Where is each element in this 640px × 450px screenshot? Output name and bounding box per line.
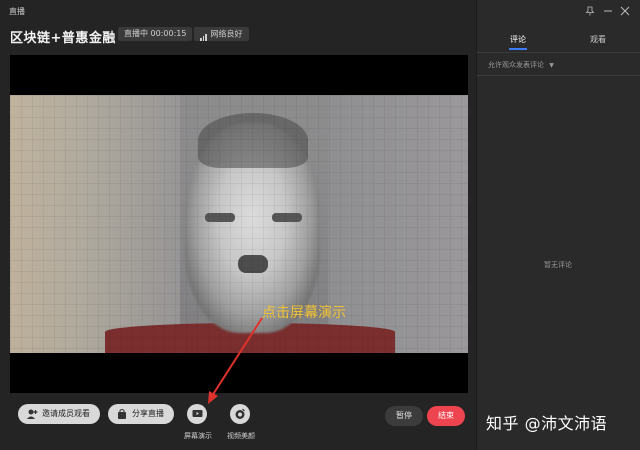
empty-comments-text: 暂无评论 bbox=[544, 261, 572, 269]
annotation-text: 点击屏幕演示 bbox=[262, 305, 346, 321]
pause-button[interactable]: 暂停 bbox=[385, 406, 423, 426]
live-status-badge: 直播中 00:00:15 bbox=[118, 27, 193, 41]
close-icon[interactable] bbox=[620, 6, 630, 16]
screen-play-icon bbox=[192, 410, 202, 417]
end-button[interactable]: 结束 bbox=[427, 406, 465, 426]
live-status-text: 直播中 00:00:15 bbox=[124, 29, 187, 38]
share-live-button[interactable]: 分享直播 bbox=[108, 404, 174, 424]
share-label: 分享直播 bbox=[132, 409, 164, 418]
active-tab-indicator bbox=[509, 48, 527, 50]
setting-divider bbox=[476, 75, 640, 76]
session-title: 区块链+普惠金融 bbox=[10, 31, 116, 46]
network-status-text: 网络良好 bbox=[210, 29, 243, 39]
app-title: 直播 bbox=[9, 7, 25, 16]
invite-members-button[interactable]: 邀请成员观看 bbox=[18, 404, 100, 424]
add-person-icon bbox=[26, 408, 38, 420]
screen-share-label: 屏幕演示 bbox=[184, 432, 212, 440]
watermark: 知乎 @沛文沛语 bbox=[486, 414, 608, 433]
comment-permission-label: 允许观众发表评论 bbox=[488, 61, 544, 69]
camera-face-icon bbox=[235, 408, 245, 419]
network-status-badge: 网络良好 bbox=[194, 27, 249, 41]
share-bag-icon bbox=[116, 408, 128, 420]
invite-label: 邀请成员观看 bbox=[42, 409, 90, 418]
minimize-icon[interactable] bbox=[603, 6, 613, 16]
signal-bars-icon bbox=[200, 27, 208, 41]
tab-comments[interactable]: 评论 bbox=[510, 34, 526, 45]
caret-down-icon: ▼ bbox=[549, 62, 554, 69]
pin-icon[interactable] bbox=[585, 6, 595, 16]
tab-viewers[interactable]: 观看 bbox=[590, 34, 606, 45]
screen-share-button[interactable] bbox=[187, 404, 207, 424]
beauty-label: 视频美颜 bbox=[227, 432, 255, 440]
video-beauty-button[interactable] bbox=[230, 404, 250, 424]
tab-divider bbox=[476, 52, 640, 53]
comment-permission-dropdown[interactable]: 允许观众发表评论 ▼ bbox=[488, 60, 554, 70]
camera-feed bbox=[10, 95, 468, 353]
title-bar: 直播 bbox=[0, 0, 476, 22]
video-preview bbox=[10, 55, 468, 393]
